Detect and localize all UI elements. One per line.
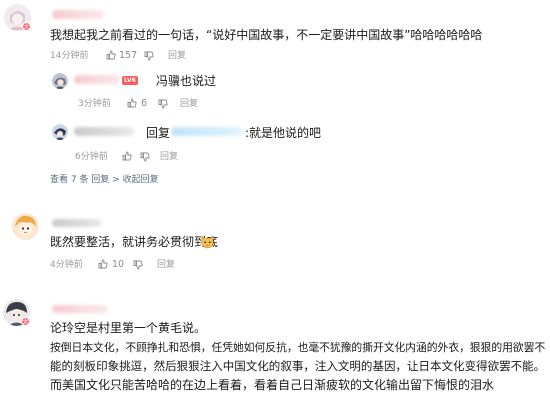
reply-button[interactable]: 回复 xyxy=(180,98,198,110)
reply-summary-link[interactable]: 查看 7 条 回复 > 收起回复 xyxy=(50,174,159,186)
reply-button[interactable]: 回复 xyxy=(168,50,186,62)
comment-text-line: 按倒日本文化，不顾挣扎和恐惧，任凭她如何反抗，也毫不犹豫的撕开文化内涵的外衣，狠… xyxy=(50,341,546,354)
avatar-image xyxy=(12,213,39,240)
reply-avatar[interactable] xyxy=(52,73,68,89)
username-blurred[interactable] xyxy=(52,219,102,227)
reply-text: :就是他说的吧 xyxy=(245,126,322,140)
like-count: 10 xyxy=(112,259,125,270)
reply-button[interactable]: 回复 xyxy=(157,259,175,271)
reply-button[interactable]: 回复 xyxy=(160,151,178,163)
thumbs-up-icon[interactable] xyxy=(122,151,132,161)
thumbs-down-icon[interactable] xyxy=(140,152,150,162)
vip-badge-icon: 大 xyxy=(22,22,31,31)
thumbs-up-icon[interactable] xyxy=(127,98,137,108)
comment-time: 14分钟前 xyxy=(50,51,89,61)
reply-username-blurred[interactable] xyxy=(74,127,134,136)
reply-time: 3分钟前 xyxy=(78,99,111,109)
reply-time: 6分钟前 xyxy=(75,152,108,162)
comment-text-line: 能的刻板印象挑逗，然后狠狠注入中国文化的叙事，注入文明的基因，让日本文化变得欲罢… xyxy=(50,359,546,373)
mentioned-user-blurred[interactable] xyxy=(171,127,243,136)
reply-prefix: 回复 xyxy=(146,126,171,140)
comment-text-line: 而美国文化只能苦哈哈的在边上看着，看着自己日渐疲软的文化输出留下悔恨的泪水 xyxy=(50,378,495,392)
reply-avatar[interactable] xyxy=(52,124,68,140)
username-blurred[interactable] xyxy=(52,10,104,19)
cat-emoji-icon xyxy=(201,235,214,249)
comment-time: 4分钟前 xyxy=(50,260,83,270)
like-count: 6 xyxy=(141,98,148,109)
reply-avatar-image xyxy=(52,124,68,140)
thumbs-up-icon[interactable] xyxy=(106,50,116,60)
comment-text-line: 论玲空是村里第一个黄毛说。 xyxy=(50,321,207,335)
reply-avatar-image xyxy=(52,73,68,89)
comment-text: 我想起我之前看过的一句话，“说好中国故事，不一定要讲中国故事”哈哈哈哈哈哈 xyxy=(50,28,483,42)
vip-badge-icon: 大 xyxy=(21,317,30,326)
like-count: 157 xyxy=(119,50,138,61)
reply-text: 冯骥也说过 xyxy=(156,74,217,88)
thumbs-up-icon[interactable] xyxy=(98,259,108,269)
level-badge: LV6 xyxy=(122,76,138,85)
thumbs-down-icon[interactable] xyxy=(158,99,168,109)
avatar[interactable] xyxy=(12,213,39,240)
reply-username-blurred[interactable] xyxy=(74,75,120,84)
thumbs-down-icon[interactable] xyxy=(133,260,143,270)
username-blurred[interactable] xyxy=(52,305,108,313)
thumbs-down-icon[interactable] xyxy=(144,51,154,61)
comment-text: 既然要整活，就讲务必贯彻到底 xyxy=(50,235,219,249)
